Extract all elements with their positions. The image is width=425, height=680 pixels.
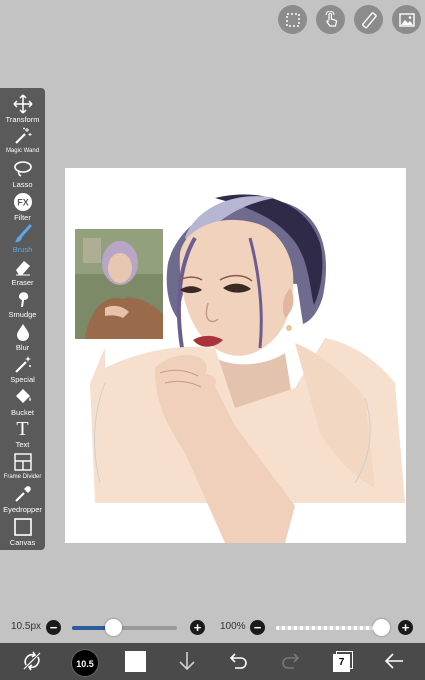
bucket-icon [15,389,31,403]
move-down-button[interactable] [173,647,201,675]
blur-icon [16,324,29,341]
image-icon [398,12,415,27]
brush-size-knob[interactable] [104,619,122,636]
frame-divider-icon [13,453,32,471]
selection-icon [285,12,300,27]
tool-label: Frame Divider [3,474,42,480]
tool-eyedropper[interactable]: Eyedropper [0,483,45,515]
opacity-decrease-button[interactable]: − [250,620,265,635]
brush-size-decrease-button[interactable]: − [46,620,61,635]
arrow-down-icon [179,652,195,671]
redo-button[interactable] [277,647,305,675]
tool-label: Eyedropper [3,505,42,514]
tool-label: Text [15,440,30,449]
opacity-value: 100% [220,621,246,632]
lasso-icon [13,161,32,177]
tool-label: Magic Wand [5,148,40,154]
tool-frame-divider[interactable]: Frame Divider [0,451,45,483]
brush-size-slider-row: 10.5px − + 100% − + [0,617,425,639]
tool-label: Transform [5,115,40,124]
reference-photo [75,229,163,339]
tool-canvas[interactable]: Canvas [0,516,45,548]
brush-size-increase-button[interactable]: + [190,620,205,635]
smudge-icon [18,292,28,307]
bottom-toolbar: 10.5 7 [0,643,425,680]
layers-icon: 7 [332,651,353,672]
filter-icon: FX [13,193,32,211]
undo-button[interactable] [224,647,252,675]
tool-label: Smudge [8,310,37,319]
tool-transform[interactable]: Transform [0,93,45,125]
touch-gesture-icon [325,10,337,27]
special-icon [14,356,31,373]
app-root: Transform Magic Wand Lasso FX Filter Bru… [0,0,425,680]
ruler-icon [361,11,377,28]
ruler-button[interactable] [354,5,383,34]
tool-label: Brush [12,245,33,254]
rotate-arrows-icon [23,651,41,671]
tool-sidebar: Transform Magic Wand Lasso FX Filter Bru… [0,88,45,550]
tool-text[interactable]: T Text [0,418,45,450]
tool-lasso[interactable]: Lasso [0,158,45,190]
filter-badge-text: FX [17,198,29,208]
eyedropper-icon [14,486,31,502]
tool-blur[interactable]: Blur [0,321,45,353]
tool-filter[interactable]: FX Filter [0,191,45,223]
tool-eraser[interactable]: Eraser [0,256,45,288]
undo-icon [229,653,247,669]
tool-label: Blur [15,343,30,352]
opacity-knob[interactable] [373,619,390,636]
tool-label: Special [10,375,35,384]
arrow-left-icon [384,653,403,669]
layer-count: 7 [333,654,350,672]
tool-smudge[interactable]: Smudge [0,288,45,320]
tool-label: Filter [14,213,31,222]
opacity-track[interactable] [276,626,383,630]
brush-size-preview-button[interactable]: 10.5 [71,649,99,677]
brush-icon [14,224,31,243]
tool-label: Bucket [11,408,34,417]
canvas-icon [13,518,32,536]
eraser-icon [15,261,30,276]
tool-special[interactable]: Special [0,353,45,385]
tool-label: Eraser [11,278,34,287]
brush-size-badge: 10.5 [76,659,94,669]
layers-button[interactable]: 7 [328,647,356,675]
tool-brush[interactable]: Brush [0,223,45,255]
touch-gesture-button[interactable] [316,5,345,34]
magic-wand-icon [14,127,31,144]
opacity-increase-button[interactable]: + [398,620,413,635]
color-swatch-button[interactable] [125,651,146,672]
brush-size-value: 10.5px [11,621,42,632]
brush-size-track[interactable] [72,626,177,630]
quick-menu-button[interactable] [18,647,46,675]
illustration-artwork [75,194,405,543]
tool-label: Canvas [9,538,36,547]
drawing-canvas[interactable] [65,168,406,543]
selection-button[interactable] [278,5,307,34]
transform-icon [12,94,33,114]
tool-label: Lasso [12,180,33,189]
text-icon: T [16,418,29,440]
back-button[interactable] [380,647,408,675]
tool-bucket[interactable]: Bucket [0,386,45,418]
image-button[interactable] [392,5,421,34]
tool-magic-wand[interactable]: Magic Wand [0,125,45,157]
redo-icon [282,653,300,669]
